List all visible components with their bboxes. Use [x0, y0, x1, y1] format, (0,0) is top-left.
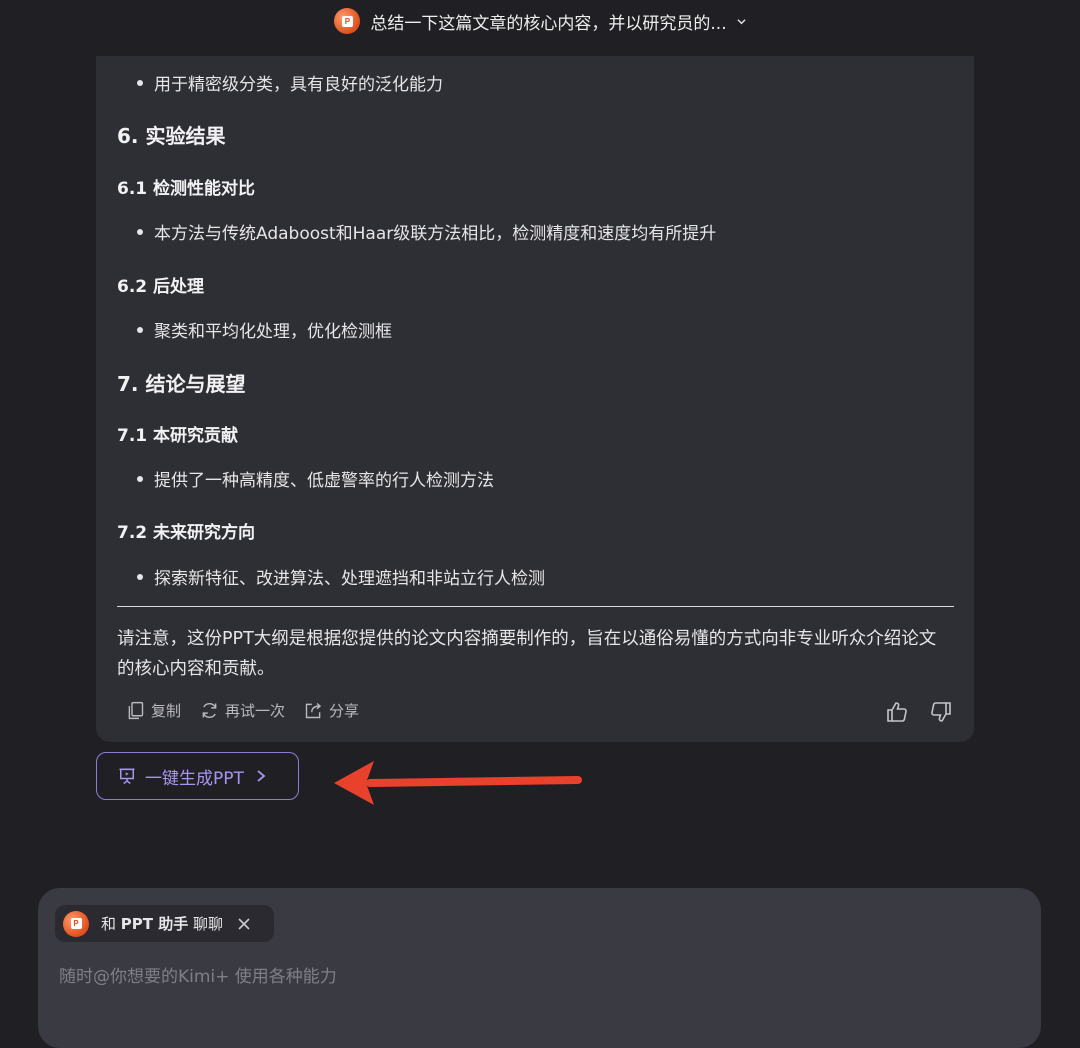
- chat-composer: P 和 PPT 助手 聊聊 随时@你想要的Kimi+ 使用各种能力: [38, 888, 1041, 1048]
- red-arrow-annotation: [334, 761, 582, 805]
- bullet-dot: [137, 228, 143, 235]
- list-item: 聚类和平均化处理，优化检测框: [137, 317, 392, 342]
- subsection-heading-6-1: 6.1 检测性能对比: [117, 179, 256, 199]
- section-heading-6: 6. 实验结果: [117, 124, 226, 148]
- bullet-dot: [137, 326, 143, 333]
- subsection-heading-6-2: 6.2 后处理: [117, 277, 205, 297]
- bullet-dot: [137, 475, 143, 482]
- section-heading-7: 7. 结论与展望: [117, 372, 246, 396]
- copy-button[interactable]: 复制: [125, 700, 181, 721]
- message-actions: 复制 再试一次 分享: [125, 700, 359, 721]
- subsection-heading-7-2: 7.2 未来研究方向: [117, 523, 256, 543]
- conversation-title[interactable]: 总结一下这篇文章的核心内容，并以研究员的...: [370, 9, 726, 34]
- list-item: 本方法与传统Adaboost和Haar级联方法相比，检测精度和速度均有所提升: [137, 219, 716, 244]
- chevron-right-icon: [257, 770, 266, 782]
- conversation-title-bar[interactable]: P 总结一下这篇文章的核心内容，并以研究员的...: [0, 0, 1080, 42]
- chevron-down-icon[interactable]: [737, 17, 746, 26]
- share-button[interactable]: 分享: [303, 700, 359, 721]
- copy-icon: [128, 701, 144, 720]
- thumbs-down-icon[interactable]: [929, 700, 953, 724]
- list-item: 用于精密级分类，具有良好的泛化能力: [137, 70, 443, 95]
- generate-ppt-label: 一键生成PPT: [145, 768, 244, 789]
- generate-ppt-button[interactable]: 一键生成PPT: [96, 752, 299, 800]
- presentation-icon: [119, 768, 135, 785]
- thumbs-up-icon[interactable]: [885, 700, 909, 724]
- feedback-buttons: [885, 700, 953, 724]
- close-icon[interactable]: [237, 917, 251, 931]
- message-input[interactable]: 随时@你想要的Kimi+ 使用各种能力: [59, 962, 337, 987]
- subsection-heading-7-1: 7.1 本研究贡献: [117, 426, 239, 446]
- ppt-assistant-icon: P: [334, 8, 361, 34]
- list-item: 探索新特征、改进算法、处理遮挡和非站立行人检测: [137, 564, 545, 589]
- share-icon: [305, 702, 322, 719]
- list-item: 提供了一种高精度、低虚警率的行人检测方法: [137, 466, 494, 491]
- bullet-dot: [137, 573, 143, 580]
- assistant-chip[interactable]: P 和 PPT 助手 聊聊: [55, 905, 274, 942]
- retry-button[interactable]: 再试一次: [199, 700, 285, 721]
- ppt-assistant-icon: P: [63, 910, 89, 937]
- bullet-dot: [137, 79, 143, 86]
- assistant-message-card: 用于精密级分类，具有良好的泛化能力 6. 实验结果 6.1 检测性能对比 本方法…: [96, 56, 974, 742]
- divider: [117, 606, 954, 607]
- closing-note: 请注意，这份PPT大纲是根据您提供的论文内容摘要制作的，旨在以通俗易懂的方式向非…: [117, 629, 937, 679]
- refresh-icon: [202, 703, 217, 718]
- chip-label: 和 PPT 助手 聊聊: [101, 915, 224, 933]
